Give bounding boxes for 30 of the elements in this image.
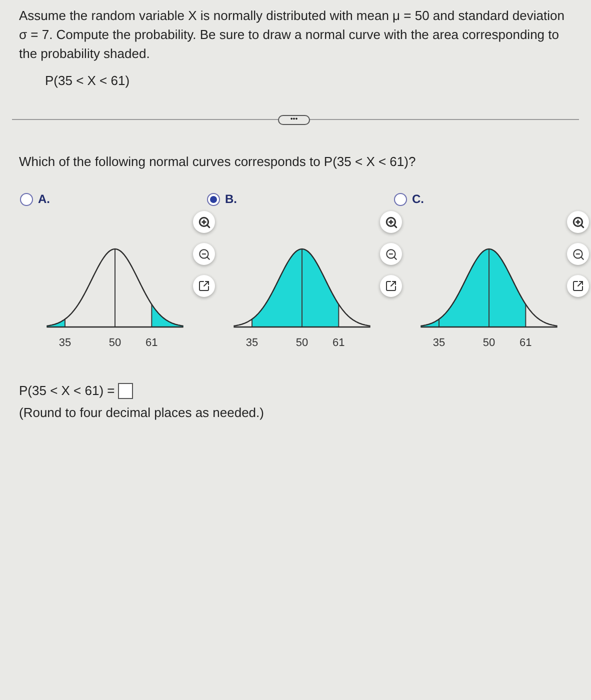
tick-label: 61	[332, 336, 345, 351]
tick-label: 50	[482, 336, 496, 351]
tick-label: 35	[58, 336, 72, 351]
answer-box[interactable]	[118, 382, 133, 399]
tick-label: 35	[246, 336, 258, 351]
tick-label: 35	[432, 336, 446, 351]
zoom-in-icon[interactable]	[380, 211, 402, 233]
answer-prefix: P(35 < X < 61) =	[19, 382, 115, 400]
external-link-icon[interactable]	[193, 275, 215, 297]
radio-button[interactable]	[394, 192, 407, 206]
option-label: A.	[38, 191, 50, 208]
zoom-out-icon[interactable]	[567, 243, 589, 265]
zoom-in-icon[interactable]	[193, 211, 215, 233]
radio-button[interactable]	[20, 192, 33, 206]
rounding-note: (Round to four decimal places as needed.)	[19, 404, 265, 422]
tick-label: 61	[520, 336, 532, 351]
option-label: C.	[412, 191, 424, 208]
external-link-icon[interactable]	[380, 275, 402, 297]
tick-label: 50	[108, 336, 122, 351]
radio-button[interactable]	[207, 192, 220, 206]
problem-text: Assume the random variable X is normally distributed with mean μ = 50 and standard deviation σ = 7. Compute the probability. Be sure to draw a normal curve with the area corresponding to the probability shaded.	[19, 7, 566, 63]
zoom-out-icon[interactable]	[380, 243, 402, 265]
external-link-icon[interactable]	[567, 275, 589, 297]
tick-label: 61	[146, 336, 158, 351]
zoom-in-icon[interactable]	[567, 211, 589, 233]
option-label: B.	[225, 191, 237, 208]
zoom-out-icon[interactable]	[193, 243, 215, 265]
tick-label: 50	[296, 336, 308, 351]
question-text: Which of the following normal curves corresponds to P(35 < X < 61)?	[19, 152, 417, 171]
probability-expression: P(35 < X < 61)	[45, 72, 131, 90]
